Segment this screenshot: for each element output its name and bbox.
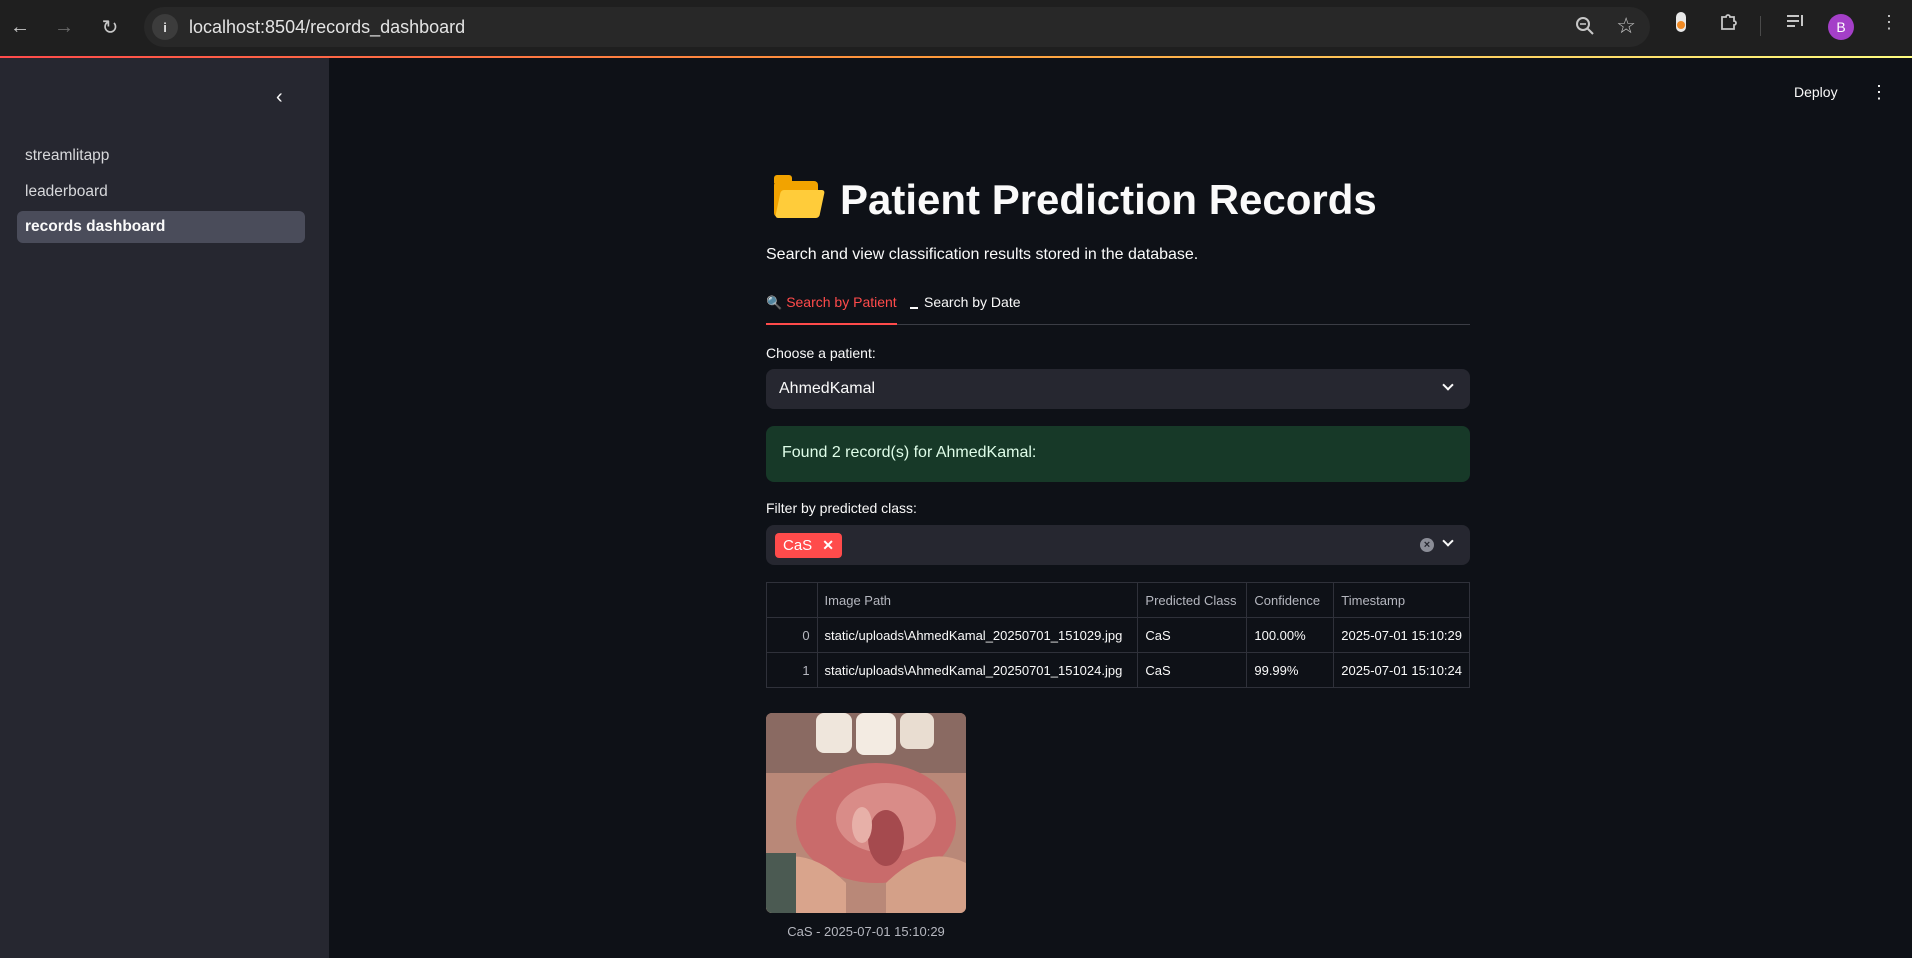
- sidebar-item-records-dashboard[interactable]: records dashboard: [17, 211, 305, 243]
- class-filter-label: Filter by predicted class:: [766, 500, 917, 516]
- tab-search-by-patient[interactable]: 🔍 Search by Patient: [766, 294, 897, 325]
- browser-menu-icon[interactable]: ⋮: [1880, 12, 1898, 33]
- patient-select[interactable]: AhmedKamal: [766, 369, 1470, 409]
- page-title-row: Patient Prediction Records: [766, 170, 1470, 230]
- media-queue-icon[interactable]: [1784, 10, 1806, 37]
- table-row: 0 static/uploads\AhmedKamal_20250701_151…: [766, 617, 1470, 653]
- tab-bar: 🔍 Search by Patient Search by Date: [766, 280, 1470, 325]
- column-header-confidence[interactable]: Confidence: [1246, 582, 1335, 618]
- forward-icon[interactable]: →: [48, 11, 80, 43]
- table-row: 1 static/uploads\AhmedKamal_20250701_151…: [766, 652, 1470, 688]
- calendar-icon: [910, 307, 918, 309]
- filter-chip[interactable]: CaS ✕: [775, 533, 842, 558]
- open-folder-icon: [774, 175, 825, 219]
- chevron-down-icon[interactable]: [1442, 535, 1454, 547]
- chevron-down-icon: [1442, 379, 1454, 391]
- class-filter-multiselect[interactable]: CaS ✕ ×: [766, 525, 1470, 565]
- record-image[interactable]: [766, 713, 966, 913]
- bookmark-star-icon[interactable]: ☆: [1616, 13, 1636, 39]
- patient-select-value: AhmedKamal: [779, 380, 876, 397]
- tab-label: Search by Patient: [786, 294, 897, 310]
- cell-predicted-class[interactable]: CaS: [1137, 652, 1248, 688]
- column-header-index[interactable]: [766, 582, 818, 618]
- extension-icon[interactable]: [1672, 10, 1690, 39]
- patient-select-label: Choose a patient:: [766, 345, 876, 361]
- magnifier-icon: 🔍: [766, 295, 783, 310]
- cell-image-path[interactable]: static/uploads\AhmedKamal_20250701_15102…: [816, 652, 1139, 688]
- remove-chip-icon[interactable]: ✕: [822, 537, 834, 554]
- zoom-icon[interactable]: [1574, 15, 1596, 42]
- main-menu-icon[interactable]: ⋮: [1870, 82, 1888, 103]
- browser-toolbar: ← → ↻ i localhost:8504/records_dashboard…: [0, 0, 1912, 56]
- column-header-predicted-class[interactable]: Predicted Class: [1137, 582, 1248, 618]
- cell-timestamp[interactable]: 2025-07-01 15:10:24: [1333, 652, 1470, 688]
- sidebar-item-leaderboard[interactable]: leaderboard: [17, 176, 305, 208]
- extensions-puzzle-icon[interactable]: [1718, 10, 1740, 37]
- page-subtitle: Search and view classification results s…: [766, 246, 1199, 263]
- page-title: Patient Prediction Records: [840, 176, 1377, 223]
- clear-all-icon[interactable]: ×: [1420, 538, 1434, 552]
- success-message: Found 2 record(s) for AhmedKamal:: [782, 444, 1037, 461]
- back-icon[interactable]: ←: [4, 11, 36, 43]
- sidebar-item-streamlitapp[interactable]: streamlitapp: [17, 140, 305, 172]
- site-info-icon[interactable]: i: [152, 14, 178, 40]
- records-table: Image Path Predicted Class Confidence Ti…: [766, 582, 1470, 688]
- row-index[interactable]: 0: [766, 617, 818, 653]
- image-caption: CaS - 2025-07-01 15:10:29: [787, 924, 945, 939]
- success-alert: Found 2 record(s) for AhmedKamal:: [766, 426, 1470, 482]
- cell-confidence[interactable]: 99.99%: [1246, 652, 1335, 688]
- row-index[interactable]: 1: [766, 652, 818, 688]
- column-header-image-path[interactable]: Image Path: [816, 582, 1139, 618]
- cell-timestamp[interactable]: 2025-07-01 15:10:29: [1333, 617, 1470, 653]
- filter-chip-label: CaS: [783, 537, 813, 554]
- sidebar: ‹ streamlitapp leaderboard records dashb…: [0, 58, 329, 958]
- address-bar[interactable]: i localhost:8504/records_dashboard ☆: [144, 7, 1650, 47]
- deploy-button[interactable]: Deploy: [1794, 84, 1838, 100]
- reload-icon[interactable]: ↻: [94, 11, 126, 43]
- cell-confidence[interactable]: 100.00%: [1246, 617, 1335, 653]
- profile-avatar[interactable]: B: [1828, 14, 1854, 40]
- tab-label: Search by Date: [924, 294, 1021, 310]
- collapse-sidebar-icon[interactable]: ‹: [276, 86, 283, 109]
- table-header-row: Image Path Predicted Class Confidence Ti…: [766, 582, 1470, 618]
- cell-predicted-class[interactable]: CaS: [1137, 617, 1248, 653]
- column-header-timestamp[interactable]: Timestamp: [1333, 582, 1470, 618]
- toolbar-divider: [1760, 16, 1761, 36]
- url-text[interactable]: localhost:8504/records_dashboard: [189, 17, 465, 38]
- tab-search-by-date[interactable]: Search by Date: [910, 294, 1021, 325]
- cell-image-path[interactable]: static/uploads\AhmedKamal_20250701_15102…: [816, 617, 1139, 653]
